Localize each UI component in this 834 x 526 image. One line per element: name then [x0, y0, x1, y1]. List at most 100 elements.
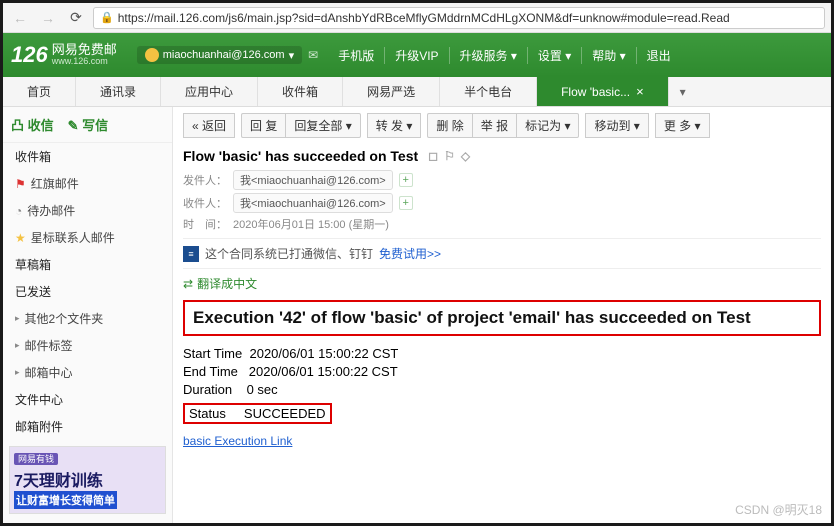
caret-icon: ▸ [15, 340, 20, 351]
sidebar-item-draft[interactable]: 草稿箱 [3, 251, 172, 278]
tab-active-mail[interactable]: Flow 'basic... × [537, 77, 669, 106]
top-links: 手机版 升级VIP 升级服务 ▾ 设置 ▾ 帮助 ▾ 退出 [328, 47, 680, 64]
sidebar-item-attach[interactable]: 邮箱附件 [3, 413, 172, 440]
sidebar-item-star[interactable]: ★星标联系人邮件 [3, 224, 172, 251]
start-label: Start Time [183, 346, 242, 361]
translate-icon: ⇄ [183, 277, 193, 291]
from-label: 发件人： [183, 172, 227, 188]
add-contact-icon[interactable]: + [399, 173, 413, 187]
sidebar-item-other[interactable]: ▸其他2个文件夹 [3, 305, 172, 332]
tab-active-label: Flow 'basic... [561, 85, 630, 99]
status-value: SUCCEEDED [244, 406, 326, 421]
from-row: 发件人： 我<miaochuanhai@126.com> + [183, 170, 821, 190]
time-row: 时 间： 2020年06月01日 15:00 (星期一) [183, 216, 821, 232]
to-row: 收件人： 我<miaochuanhai@126.com> + [183, 193, 821, 213]
clock-icon: ◔ [15, 204, 22, 218]
back-icon[interactable]: ← [9, 7, 31, 29]
body-headline: Execution '42' of flow 'basic' of projec… [193, 308, 811, 328]
mark-button[interactable]: 标记为 ▾ [516, 113, 579, 138]
link-help[interactable]: 帮助 ▾ [581, 47, 635, 64]
browser-toolbar: ← → ⟳ 🔒 https://mail.126.com/js6/main.js… [3, 3, 831, 33]
tab-add-icon[interactable]: ▾ [669, 77, 697, 106]
reload-icon[interactable]: ⟳ [65, 7, 87, 29]
ad-sub: 让财富增长变得简单 [14, 491, 117, 509]
url-bar[interactable]: 🔒 https://mail.126.com/js6/main.jsp?sid=… [93, 7, 825, 29]
compose-button[interactable]: ✎ 写信 [68, 115, 109, 134]
body-headline-box: Execution '42' of flow 'basic' of projec… [183, 300, 821, 336]
bookmark-icon[interactable]: ◻ [428, 149, 438, 163]
sidebar-item-flag[interactable]: ⚑红旗邮件 [3, 170, 172, 197]
tab-apps[interactable]: 应用中心 [161, 77, 258, 106]
more-button[interactable]: 更 多 ▾ [655, 113, 710, 138]
logo[interactable]: 126 网易免费邮 www.126.com [11, 42, 117, 68]
mail-toolbar: « 返回 回 复回复全部 ▾ 转 发 ▾ 删 除举 报标记为 ▾ 移动到 ▾ 更… [183, 113, 821, 138]
sidebar-item-tags[interactable]: ▸邮件标签 [3, 332, 172, 359]
sidebar-item-sent[interactable]: 已发送 [3, 278, 172, 305]
end-value: 2020/06/01 15:00:22 CST [249, 364, 398, 379]
time-label: 时 间： [183, 216, 227, 232]
dur-value: 0 sec [247, 382, 278, 397]
link-settings[interactable]: 设置 ▾ [527, 47, 581, 64]
to-label: 收件人： [183, 195, 227, 211]
delete-button[interactable]: 删 除 [427, 113, 471, 138]
user-avatar-icon [145, 48, 159, 62]
to-value[interactable]: 我<miaochuanhai@126.com> [233, 193, 393, 213]
mail-icon[interactable]: ✉ [308, 48, 318, 62]
translate-button[interactable]: ⇄ 翻译成中文 [183, 269, 821, 298]
forward-button[interactable]: 转 发 ▾ [367, 113, 422, 138]
mail-content: « 返回 回 复回复全部 ▾ 转 发 ▾ 删 除举 报标记为 ▾ 移动到 ▾ 更… [173, 107, 831, 523]
receive-button[interactable]: 凸 收信 [11, 115, 54, 134]
sidebar-item-center[interactable]: ▸邮箱中心 [3, 359, 172, 386]
tab-bar: 首页 通讯录 应用中心 收件箱 网易严选 半个电台 Flow 'basic...… [3, 77, 831, 107]
mail-subject-row: Flow 'basic' has succeeded on Test ◻ ⚐ ◇ [183, 148, 821, 164]
caret-icon: ▸ [15, 313, 20, 324]
notice-bar: ≡ 这个合同系统已打通微信、钉钉 免费试用>> [183, 238, 821, 269]
notice-text: 这个合同系统已打通微信、钉钉 [205, 245, 373, 262]
url-text: https://mail.126.com/js6/main.jsp?sid=dA… [118, 11, 730, 25]
execution-link[interactable]: basic Execution Link [183, 434, 292, 448]
sidebar-item-todo[interactable]: ◔待办邮件 [3, 197, 172, 224]
flag-outline-icon[interactable]: ⚐ [444, 149, 455, 163]
reply-button[interactable]: 回 复 [241, 113, 285, 138]
logo-title: 网易免费邮 [52, 43, 117, 57]
tab-home[interactable]: 首页 [3, 77, 76, 106]
logo-number: 126 [11, 42, 48, 68]
add-contact-icon[interactable]: + [399, 196, 413, 210]
from-value[interactable]: 我<miaochuanhai@126.com> [233, 170, 393, 190]
tab-radio[interactable]: 半个电台 [440, 77, 537, 106]
spam-button[interactable]: 举 报 [472, 113, 516, 138]
tab-inbox[interactable]: 收件箱 [258, 77, 343, 106]
status-label: Status [189, 406, 226, 421]
tag-icon[interactable]: ◇ [461, 149, 470, 163]
sidebar-item-files[interactable]: 文件中心 [3, 386, 172, 413]
move-button[interactable]: 移动到 ▾ [585, 113, 648, 138]
back-button[interactable]: « 返回 [183, 113, 235, 138]
notice-icon: ≡ [183, 246, 199, 262]
link-vip[interactable]: 升级VIP [384, 47, 448, 64]
dur-label: Duration [183, 382, 232, 397]
notice-link[interactable]: 免费试用>> [379, 245, 441, 262]
forward-icon[interactable]: → [37, 7, 59, 29]
link-mobile[interactable]: 手机版 [328, 47, 384, 64]
link-logout[interactable]: 退出 [636, 47, 681, 64]
sidebar-item-inbox[interactable]: 收件箱 [3, 143, 172, 170]
mail-header: 126 网易免费邮 www.126.com miaochuanhai@126.c… [3, 33, 831, 77]
translate-label: 翻译成中文 [197, 275, 257, 292]
user-dropdown[interactable]: miaochuanhai@126.com ▾ [137, 46, 302, 64]
reply-all-button[interactable]: 回复全部 ▾ [285, 113, 360, 138]
caret-icon: ▸ [15, 367, 20, 378]
body-details: Start Time 2020/06/01 15:00:22 CST End T… [183, 346, 821, 448]
end-label: End Time [183, 364, 238, 379]
star-icon: ★ [15, 231, 26, 245]
ad-headline: 7天理财训练 [14, 467, 161, 491]
tab-contacts[interactable]: 通讯录 [76, 77, 161, 106]
logo-sub: www.126.com [52, 57, 117, 67]
time-value: 2020年06月01日 15:00 (星期一) [233, 216, 389, 232]
sidebar-ad[interactable]: 网易有钱 7天理财训练 让财富增长变得简单 [9, 446, 166, 514]
start-value: 2020/06/01 15:00:22 CST [249, 346, 398, 361]
user-email: miaochuanhai@126.com [163, 49, 285, 61]
link-upgrade[interactable]: 升级服务 ▾ [449, 47, 527, 64]
close-icon[interactable]: × [636, 84, 644, 99]
tab-yanxuan[interactable]: 网易严选 [343, 77, 440, 106]
sidebar: 凸 收信 ✎ 写信 收件箱 ⚑红旗邮件 ◔待办邮件 ★星标联系人邮件 草稿箱 已… [3, 107, 173, 523]
